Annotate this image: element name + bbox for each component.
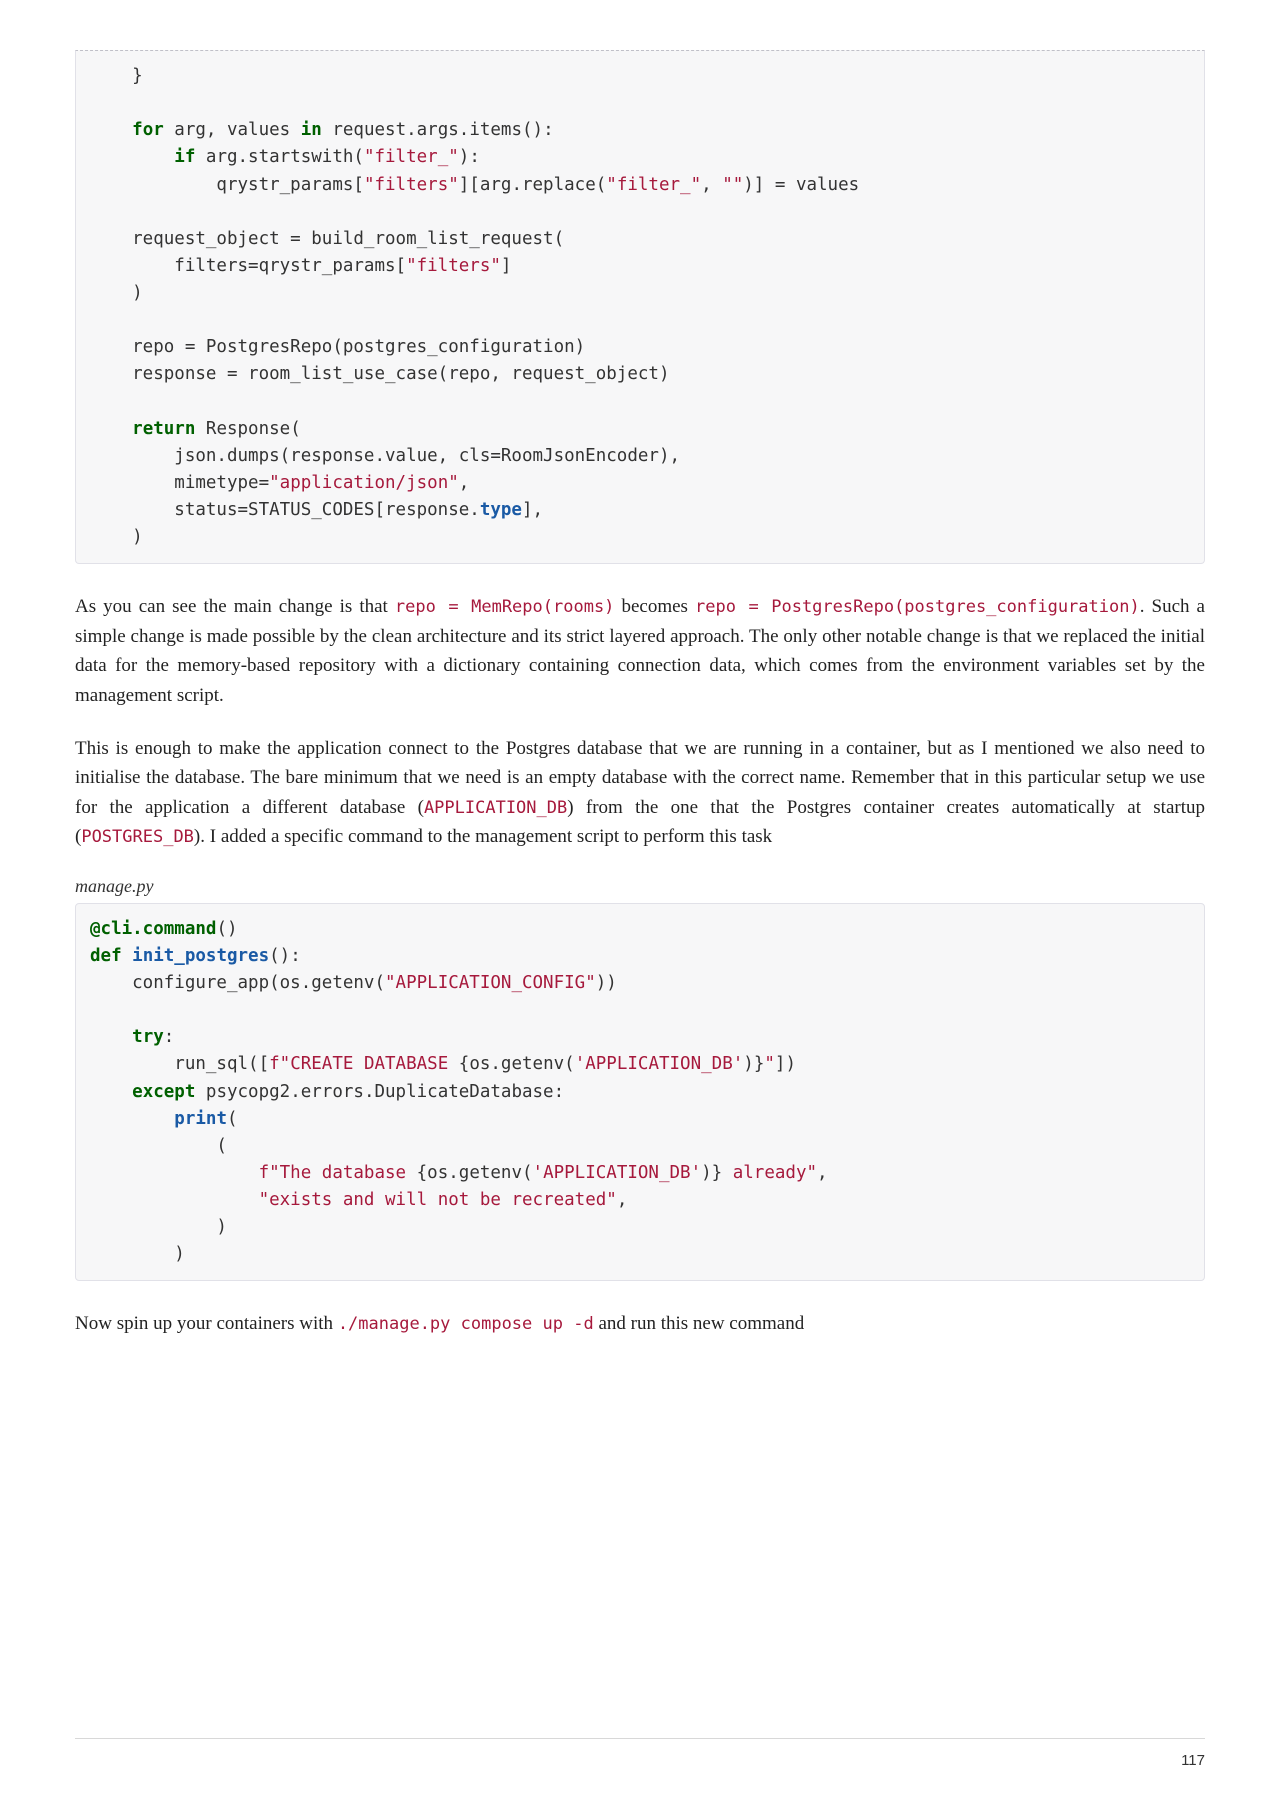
code-line: ) [90,1217,227,1237]
code-line: filters=qrystr_params["filters"] [90,256,511,276]
code-line: } [90,66,143,86]
code-line: response = room_list_use_case(repo, requ… [90,364,669,384]
code-line: repo = PostgresRepo(postgres_configurati… [90,337,585,357]
code-line: "exists and will not be recreated", [90,1190,627,1210]
code-block-2: @cli.command() def init_postgres(): conf… [75,903,1205,1282]
inline-code: ./manage.py compose up -d [338,1314,594,1334]
code-line: try: [90,1027,174,1047]
code-line: ) [90,1244,185,1264]
inline-code: repo = PostgresRepo(postgres_configurati… [695,597,1140,617]
page: } for arg, values in request.args.items(… [0,0,1280,1809]
code-line: request_object = build_room_list_request… [90,229,564,249]
code-line: status=STATUS_CODES[response.type], [90,500,543,520]
inline-code: repo = MemRepo(rooms) [395,597,615,617]
code-block-1: } for arg, values in request.args.items(… [75,50,1205,564]
code-line: ( [90,1136,227,1156]
paragraph-1: As you can see the main change is that r… [75,592,1205,710]
code-line: except psycopg2.errors.DuplicateDatabase… [90,1082,564,1102]
code-line: return Response( [90,419,301,439]
code-line: run_sql([f"CREATE DATABASE {os.getenv('A… [90,1054,796,1074]
code-line: json.dumps(response.value, cls=RoomJsonE… [90,446,680,466]
inline-code: POSTGRES_DB [81,827,194,847]
paragraph-3: Now spin up your containers with ./manag… [75,1309,1205,1338]
code-line: ) [90,527,143,547]
code-line: for arg, values in request.args.items(): [90,120,554,140]
code-line: configure_app(os.getenv("APPLICATION_CON… [90,973,617,993]
footer-rule [75,1738,1205,1739]
code-line: mimetype="application/json", [90,473,469,493]
code-line: print( [90,1109,238,1129]
code-line: if arg.startswith("filter_"): [90,147,480,167]
code-caption: manage.py [75,876,1205,897]
code-line: f"The database {os.getenv('APPLICATION_D… [90,1163,828,1183]
code-line: @cli.command() [90,919,238,939]
code-line: ) [90,283,143,303]
inline-code: APPLICATION_DB [424,798,567,818]
page-number: 117 [1181,1752,1205,1769]
code-line: qrystr_params["filters"][arg.replace("fi… [90,175,859,195]
code-line: def init_postgres(): [90,946,301,966]
paragraph-2: This is enough to make the application c… [75,734,1205,852]
